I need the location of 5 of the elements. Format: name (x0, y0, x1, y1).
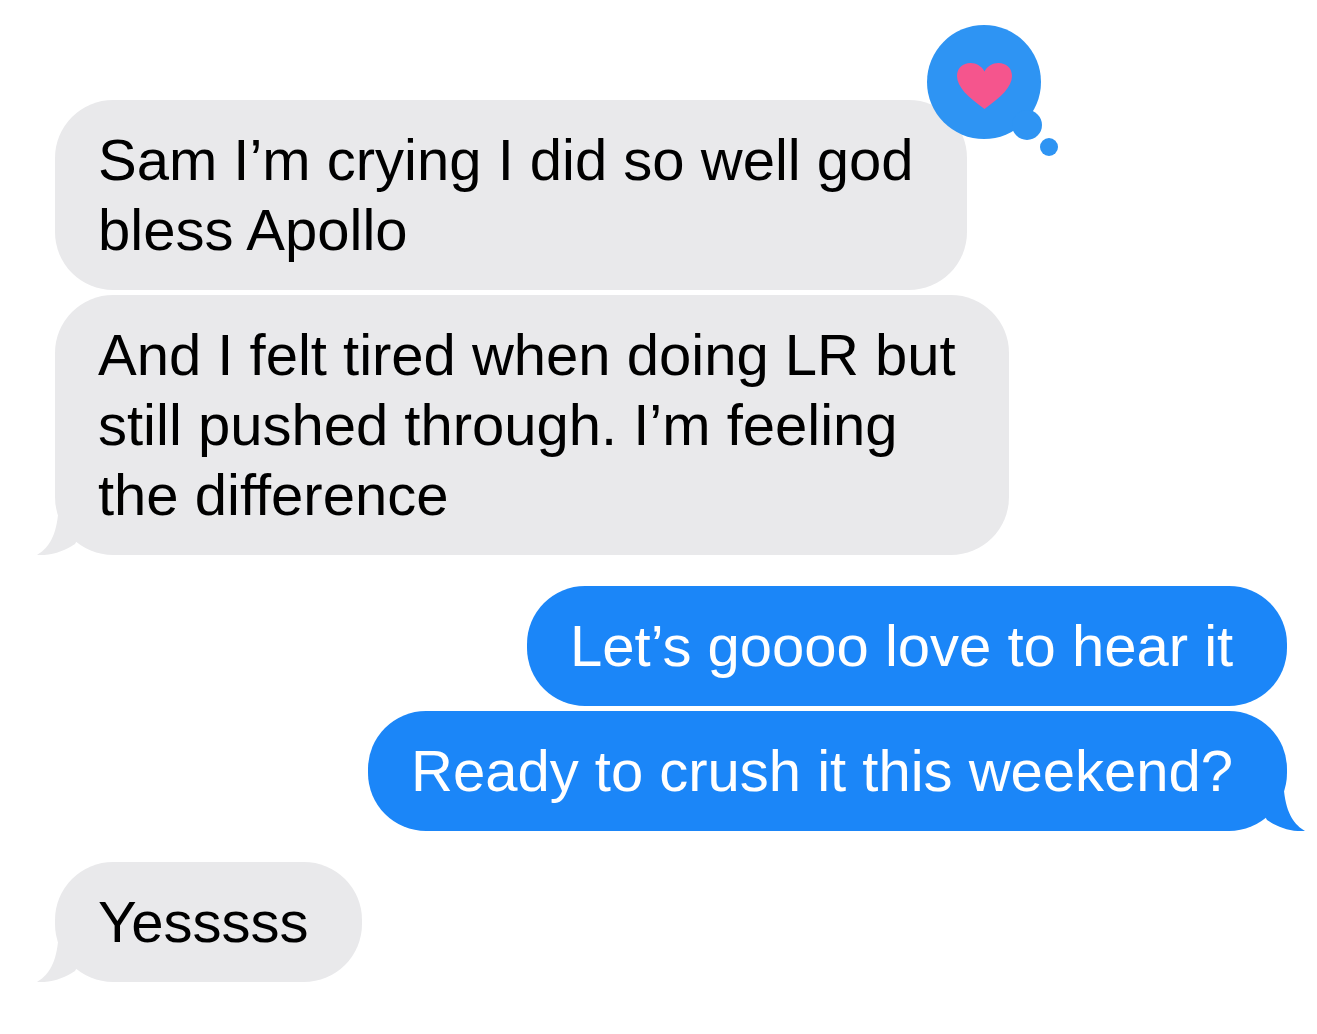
message-text: Yesssss (98, 888, 310, 956)
message-text: And I felt tired when doing LR but still pushed through. I’m feeling the difference (98, 321, 957, 529)
message-text: Ready to crush it this weekend? (411, 737, 1235, 805)
message-text: Sam I’m crying I did so well god bless Apollo (98, 126, 915, 264)
message-text: Let’s goooo love to hear it (570, 612, 1235, 680)
